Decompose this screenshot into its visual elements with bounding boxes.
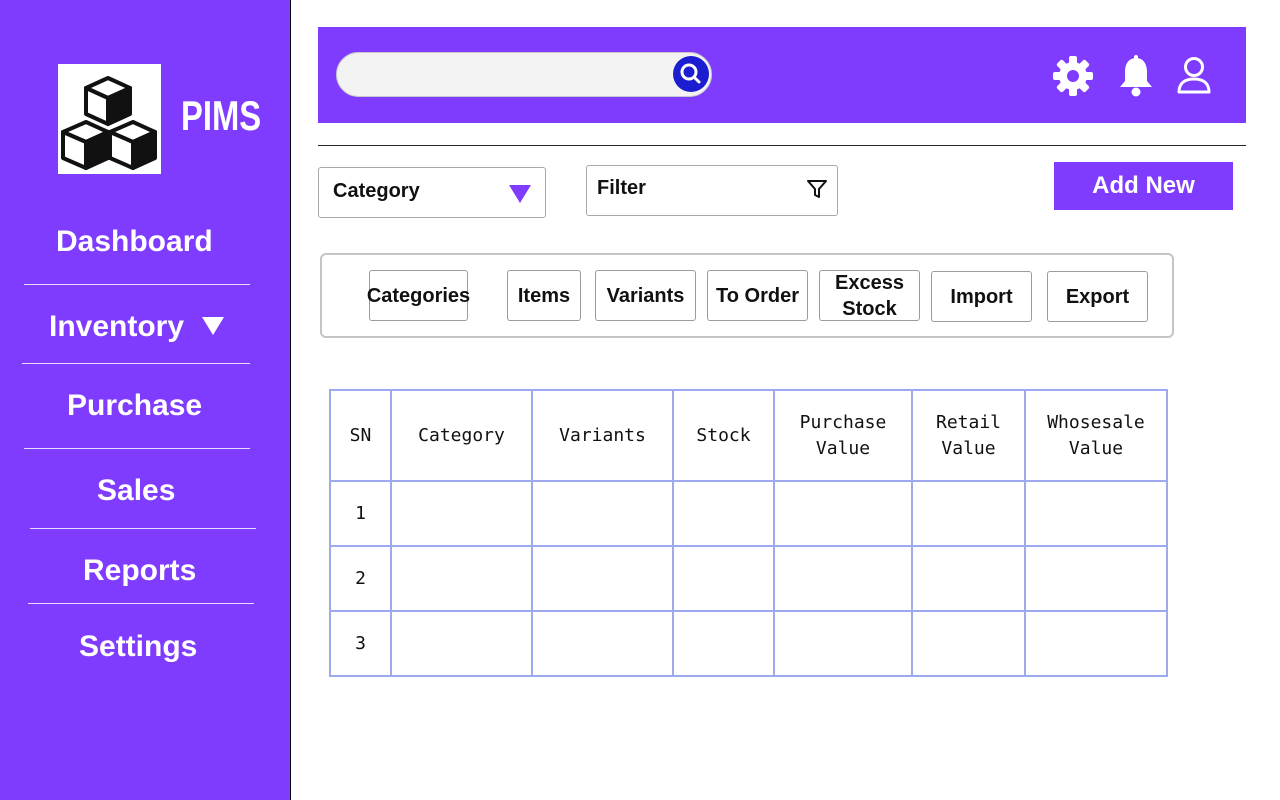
cell-purchase-value — [773, 545, 913, 612]
cell-variants — [531, 480, 674, 547]
notifications-button[interactable] — [1114, 54, 1158, 98]
category-select-value: Category — [333, 180, 420, 202]
search-input[interactable] — [355, 61, 659, 90]
cell-variants — [531, 545, 674, 612]
filter-icon — [807, 180, 827, 198]
sidebar-item-settings[interactable]: Settings — [79, 630, 197, 664]
sidebar-item-label: Sales — [97, 474, 176, 507]
sidebar-item-label: Dashboard — [56, 225, 213, 258]
sidebar-item-inventory[interactable]: Inventory — [49, 310, 225, 344]
cell-variants — [531, 610, 674, 677]
bell-icon — [1120, 55, 1152, 97]
sidebar-item-sales[interactable]: Sales — [97, 474, 175, 508]
filter-field[interactable]: Filter — [586, 165, 838, 216]
cell-category — [390, 545, 533, 612]
settings-button[interactable] — [1051, 54, 1095, 98]
sidebar: PIMS Dashboard Inventory Purchase Sales … — [0, 0, 291, 800]
search-button[interactable] — [673, 56, 709, 92]
sidebar-item-purchase[interactable]: Purchase — [67, 389, 202, 423]
tab-export[interactable]: Export — [1047, 271, 1148, 322]
column-header-variants: Variants — [531, 389, 674, 482]
cell-purchase-value — [773, 610, 913, 677]
table-row[interactable]: 1 — [329, 480, 1168, 547]
cell-wholesale-value — [1024, 610, 1168, 677]
cell-sn: 3 — [329, 610, 392, 677]
tab-items[interactable]: Items — [507, 270, 581, 321]
cell-sn: 1 — [329, 480, 392, 547]
boxes-icon — [61, 76, 157, 170]
tab-import[interactable]: Import — [931, 271, 1032, 322]
nav-divider — [28, 603, 254, 604]
cell-stock — [672, 480, 775, 547]
cell-category — [390, 610, 533, 677]
caret-down-icon — [202, 317, 225, 336]
column-header-stock: Stock — [672, 389, 775, 482]
column-header-wholesale-value: Whosesale Value — [1024, 389, 1168, 482]
cell-retail-value — [911, 480, 1026, 547]
sidebar-item-label: Inventory — [49, 310, 185, 343]
cell-retail-value — [911, 545, 1026, 612]
category-select[interactable]: Category — [318, 167, 546, 218]
user-icon — [1177, 57, 1211, 94]
tab-to-order[interactable]: To Order — [707, 270, 808, 321]
tab-variants[interactable]: Variants — [595, 270, 696, 321]
top-bar — [318, 27, 1246, 123]
table-header-row: SN Category Variants Stock Purchase Valu… — [329, 389, 1168, 482]
nav-divider — [24, 448, 250, 449]
sidebar-item-reports[interactable]: Reports — [83, 554, 196, 588]
column-header-category: Category — [390, 389, 533, 482]
gear-icon — [1053, 56, 1093, 96]
cell-stock — [672, 610, 775, 677]
cell-retail-value — [911, 610, 1026, 677]
caret-down-icon — [509, 185, 531, 203]
inventory-table: SN Category Variants Stock Purchase Valu… — [329, 389, 1168, 677]
sidebar-item-label: Purchase — [67, 389, 203, 422]
cell-purchase-value — [773, 480, 913, 547]
column-header-retail-value: Retail Value — [911, 389, 1026, 482]
logo — [58, 64, 161, 174]
sidebar-item-dashboard[interactable]: Dashboard — [56, 225, 213, 259]
app-brand: PIMS — [181, 92, 262, 139]
cell-wholesale-value — [1024, 480, 1168, 547]
add-new-button[interactable]: Add New — [1054, 162, 1233, 210]
tab-categories[interactable]: Categories — [367, 270, 470, 321]
profile-button[interactable] — [1172, 54, 1216, 98]
table-row[interactable]: 3 — [329, 610, 1168, 677]
search-icon — [680, 63, 701, 84]
column-header-purchase-value: Purchase Value — [773, 389, 913, 482]
cell-wholesale-value — [1024, 545, 1168, 612]
header-divider — [318, 145, 1246, 146]
tab-excess-stock[interactable]: Excess Stock — [819, 270, 920, 321]
nav-divider — [30, 528, 256, 529]
sidebar-item-label: Reports — [83, 554, 197, 587]
cell-sn: 2 — [329, 545, 392, 612]
nav-divider — [22, 363, 250, 364]
column-header-sn: SN — [329, 389, 392, 482]
search-bar — [336, 52, 712, 97]
cell-category — [390, 480, 533, 547]
sidebar-item-label: Settings — [79, 630, 198, 663]
table-row[interactable]: 2 — [329, 545, 1168, 612]
filter-label: Filter — [597, 177, 646, 199]
nav-divider — [24, 284, 250, 285]
tab-bar: Categories Items Variants To Order Exces… — [320, 253, 1174, 338]
cell-stock — [672, 545, 775, 612]
